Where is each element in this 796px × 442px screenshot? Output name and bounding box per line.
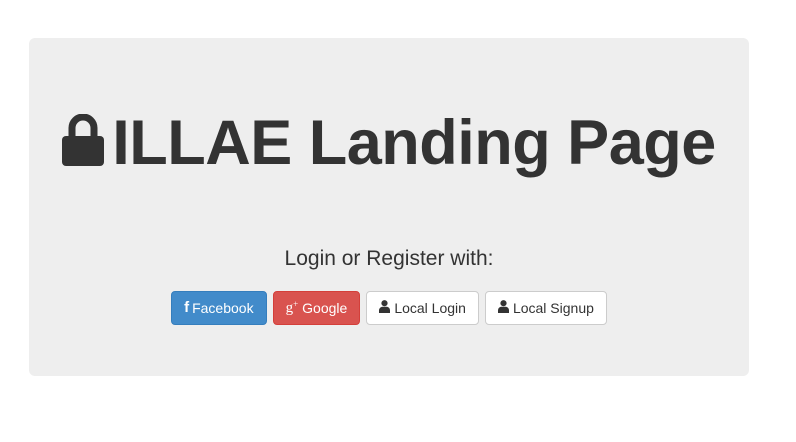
- user-icon: [497, 292, 509, 324]
- local-login-button[interactable]: Local Login: [366, 291, 479, 325]
- facebook-button-label: Facebook: [192, 300, 254, 316]
- page-title: ILLAE Landing Page: [29, 110, 749, 176]
- user-icon: [379, 292, 391, 324]
- lock-icon: [62, 114, 105, 166]
- local-signup-button[interactable]: Local Signup: [484, 291, 607, 325]
- google-button-label: Google: [302, 300, 348, 316]
- local-login-label: Local Login: [394, 300, 466, 316]
- local-signup-label: Local Signup: [512, 300, 594, 316]
- jumbotron-panel: ILLAE Landing Page Login or Register wit…: [29, 38, 749, 376]
- login-prompt: Login or Register with:: [284, 247, 494, 270]
- page-title-text: ILLAE Landing Page: [112, 108, 716, 178]
- google-login-button[interactable]: g+ Google: [272, 291, 361, 325]
- login-options: f Facebook g+ Google Local Login Local Sig…: [29, 291, 749, 325]
- facebook-icon: f: [184, 299, 190, 317]
- google-plus-icon: g+: [285, 298, 299, 316]
- facebook-login-button[interactable]: f Facebook: [171, 291, 267, 325]
